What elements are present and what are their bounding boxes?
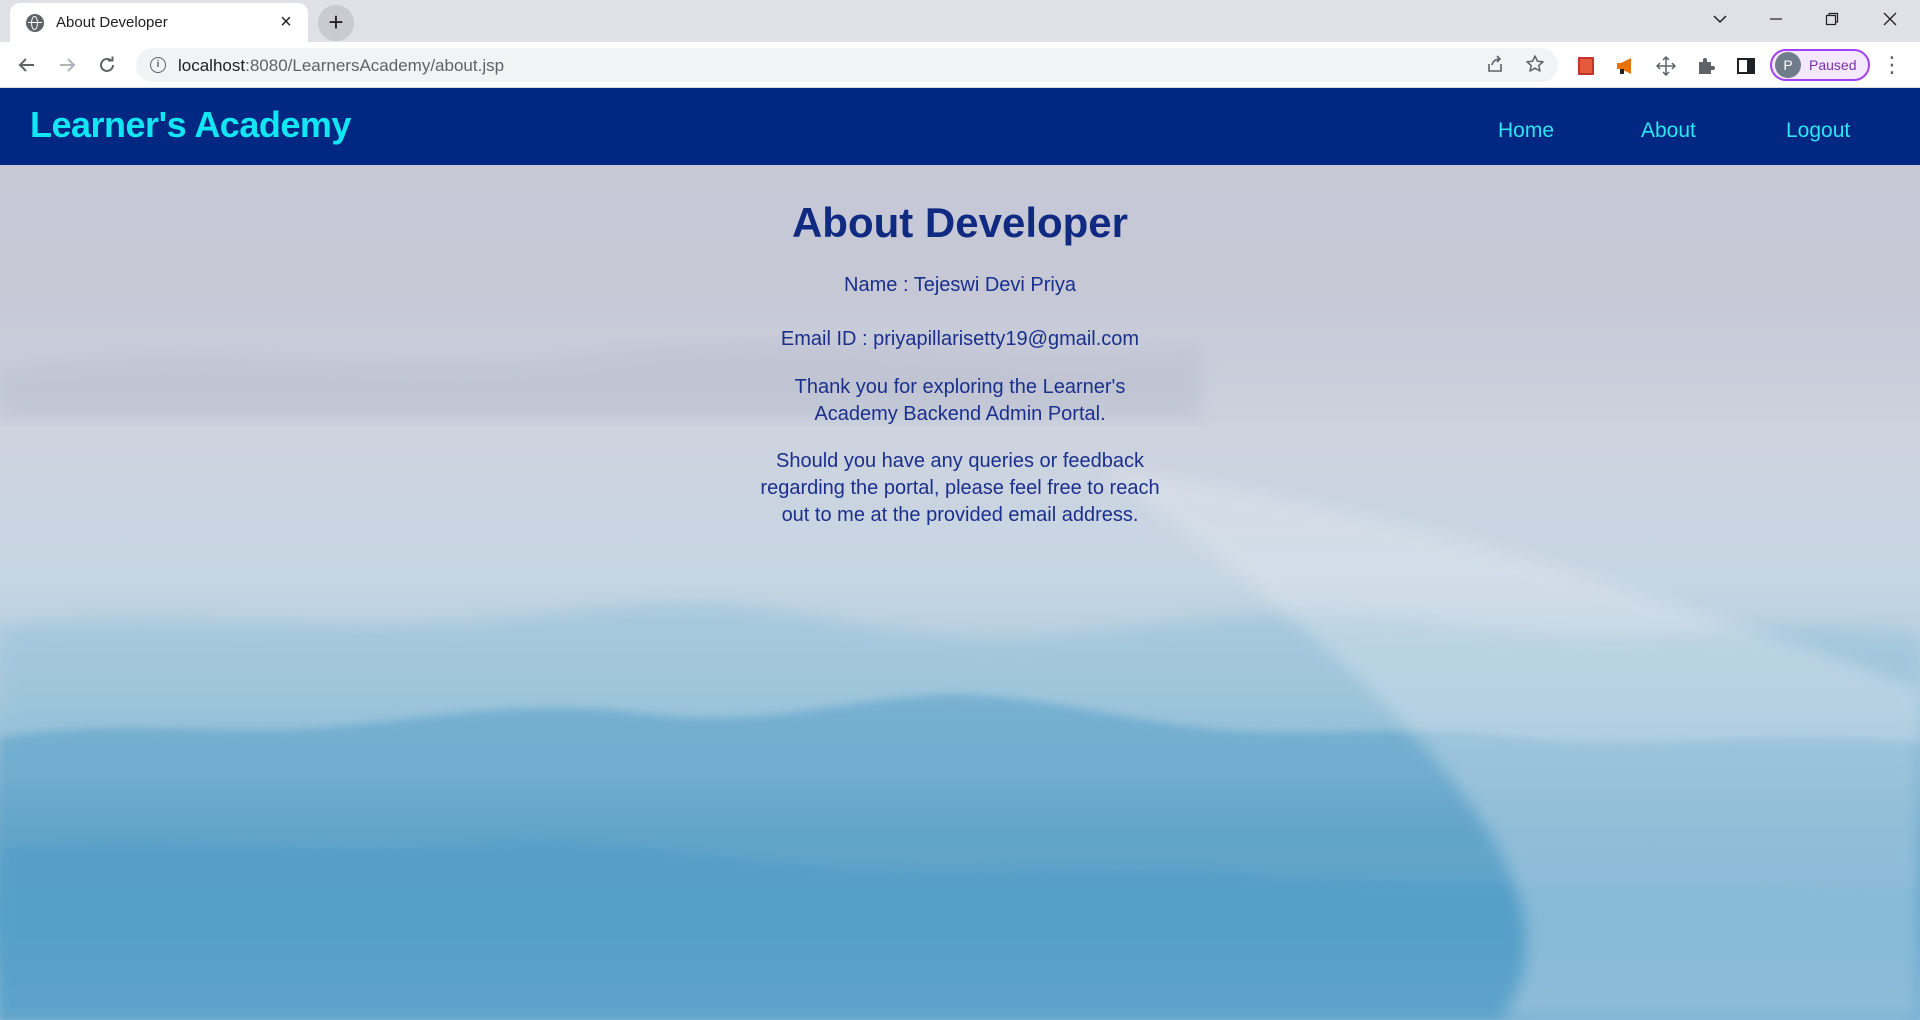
thank-you-paragraph: Thank you for exploring the Learner's Ac… [794,376,1126,425]
profile-status-label: Paused [1809,57,1857,73]
tab-close-icon[interactable]: × [276,11,296,34]
developer-email: Email ID : priyapillarisetty19@gmail.com [780,328,1140,350]
nav-link-logout[interactable]: Logout [1786,119,1850,143]
maximize-icon[interactable] [1804,0,1860,38]
globe-icon [26,13,44,32]
nav-link-home[interactable]: Home [1498,119,1554,143]
address-bar[interactable]: i localhost:8080/LearnersAcademy/about.j… [136,48,1558,82]
tab-search-chevron-down-icon[interactable] [1692,0,1748,38]
share-icon[interactable] [1484,54,1506,76]
browser-tab[interactable]: About Developer × [10,3,308,42]
side-panel-icon[interactable] [1734,54,1758,78]
move-extension-icon[interactable] [1654,54,1678,78]
puzzle-icon[interactable] [1694,54,1718,78]
nav-link-about[interactable]: About [1641,119,1696,143]
window-close-icon[interactable] [1862,0,1918,38]
site-brand[interactable]: Learner's Academy [30,104,351,146]
info-icon[interactable]: i [150,57,166,73]
url-text[interactable]: localhost:8080/LearnersAcademy/about.jsp [178,56,504,76]
developer-name: Name : Tejeswi Devi Priya [844,274,1076,296]
browser-toolbar: i localhost:8080/LearnersAcademy/about.j… [0,42,1920,88]
tab-title: About Developer [56,14,168,31]
browser-tab-strip: About Developer × + [0,0,1920,42]
kebab-menu-icon[interactable]: ⋮ [1880,54,1904,78]
new-tab-button[interactable]: + [318,5,354,41]
forward-arrow-icon[interactable] [52,50,82,80]
avatar: P [1775,52,1801,78]
minimize-icon[interactable] [1748,0,1804,38]
site-navbar: Learner's Academy Home About Logout [0,88,1920,165]
page-viewport: Learner's Academy Home About Logout Abou… [0,88,1920,1020]
about-content: About Developer Name : Tejeswi Devi Priy… [760,198,1160,526]
feedback-paragraph: Should you have any queries or feedback … [760,450,1160,526]
page-title: About Developer [791,199,1129,246]
back-arrow-icon[interactable] [12,50,42,80]
megaphone-extension-icon[interactable] [1614,54,1638,78]
profile-button[interactable]: P Paused [1770,49,1870,81]
star-icon[interactable] [1524,54,1546,76]
reload-icon[interactable] [92,50,122,80]
bookmark-extension-icon[interactable] [1574,54,1598,78]
